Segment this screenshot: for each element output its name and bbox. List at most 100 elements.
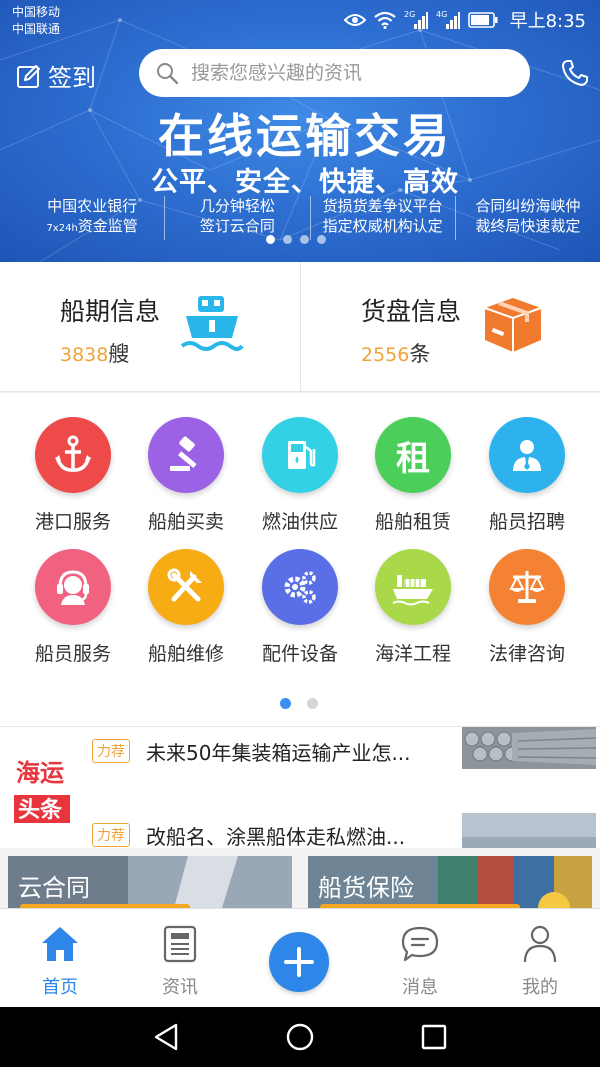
service-icon-circle [35, 549, 111, 625]
service-label: 船员招聘 [488, 511, 565, 533]
promo-cloud-contract[interactable]: 云合同 [8, 856, 292, 908]
feature-line1: 几分钟轻松 [199, 197, 275, 215]
banner-feature: 货损货差争议平台 指定权威机构认定 [309, 196, 455, 240]
service-parts[interactable]: 配件设备 [243, 549, 357, 666]
banner-features: 中国农业银行 7x24h资金监管 几分钟轻松 签订云合同 货损货差争议平台 指定… [20, 196, 600, 240]
banner-subtitle: 公平、安全、快捷、高效 [151, 167, 459, 198]
service-recruit[interactable]: 船员招聘 [470, 417, 584, 534]
service-icon-circle [262, 549, 338, 625]
eye-icon [343, 14, 366, 26]
box-icon [484, 298, 542, 352]
tab-label: 首页 [42, 977, 78, 998]
fuel-pump-icon [288, 441, 316, 469]
carrier-1: 中国移动 [12, 5, 61, 19]
tab-news[interactable]: 资讯 [140, 923, 220, 999]
news-item[interactable]: 力荐 未来50年集装箱运输产业怎... [92, 731, 451, 771]
pager-dot-active[interactable] [280, 698, 291, 709]
banner-dot-active [266, 235, 275, 244]
signin-button[interactable]: 签到 [16, 58, 96, 93]
net-2g-text: 2G [404, 10, 415, 19]
count-number: 3838 [60, 344, 109, 366]
gavel-icon [170, 436, 197, 471]
tab-profile[interactable]: 我的 [500, 923, 580, 999]
battery-icon [467, 12, 498, 28]
search-icon [157, 63, 179, 85]
wifi-icon [373, 11, 396, 29]
service-label: 船舶维修 [147, 643, 224, 665]
service-label: 配件设备 [261, 643, 338, 665]
feature-line2: 7x24h资金监管 [20, 216, 164, 239]
news-doc-icon [163, 925, 197, 963]
carrier-2: 中国联通 [12, 22, 61, 36]
service-icon-circle [35, 417, 111, 493]
news-item[interactable]: 力荐 改船名、涂黑船体走私燃油... [92, 815, 451, 848]
feature-line2: 裁终局快速裁定 [475, 217, 581, 235]
card-count: 3838艘 [60, 338, 129, 368]
news-tag: 力荐 [92, 739, 130, 763]
feature-line2-text: 资金监管 [77, 217, 138, 235]
net-4g-text: 4G [436, 10, 447, 19]
tab-home[interactable]: 首页 [20, 923, 100, 999]
status-bar: 中国移动 中国联通 2G 4G 早上8:35 [0, 0, 600, 42]
service-label: 燃油供应 [261, 511, 338, 533]
news-thumbnail-pipes [462, 727, 596, 769]
service-ship-trade[interactable]: 船舶买卖 [129, 417, 243, 534]
shipping-headlines-logo: 海运 头条 [14, 759, 70, 823]
cargo-info-card[interactable]: 货盘信息 2556条 [300, 262, 600, 392]
signin-label: 签到 [48, 64, 96, 92]
add-button[interactable] [269, 932, 329, 992]
banner-feature: 中国农业银行 7x24h资金监管 [20, 196, 164, 240]
feature-small: 7x24h [46, 223, 78, 234]
schedule-info-card[interactable]: 船期信息 3838艘 [0, 262, 300, 392]
service-marine-engineering[interactable]: 海洋工程 [356, 549, 470, 666]
recents-icon[interactable] [418, 1021, 450, 1053]
search-bar[interactable] [139, 49, 530, 97]
news-section: 海运 头条 力荐 未来50年集装箱运输产业怎... 力荐 改船名、涂黑船体走私燃… [0, 726, 600, 848]
service-rental[interactable]: 租 船舶租赁 [356, 417, 470, 534]
feature-line1: 合同纠纷海峡仲 [475, 197, 581, 215]
tools-icon [167, 568, 202, 602]
gears-icon [284, 571, 316, 604]
news-headline: 改船名、涂黑船体走私燃油... [146, 824, 406, 849]
bottom-tab-bar: 首页 资讯 消息 我的 [0, 908, 600, 1007]
service-repair[interactable]: 船舶维修 [129, 549, 243, 666]
card-count: 2556条 [361, 338, 430, 368]
service-port[interactable]: 港口服务 [16, 417, 130, 534]
tab-label: 我的 [522, 977, 558, 998]
service-label: 法律咨询 [488, 643, 565, 665]
service-icon-circle [148, 549, 224, 625]
search-input[interactable] [191, 62, 511, 84]
pager-dot[interactable] [307, 698, 318, 709]
service-label: 港口服务 [34, 511, 111, 533]
promo-cargo-insurance[interactable]: 船货保险 [308, 856, 592, 908]
feature-line2: 指定权威机构认定 [322, 217, 443, 235]
home-icon [42, 927, 78, 961]
tab-messages[interactable]: 消息 [380, 923, 460, 999]
home-circle-icon[interactable] [284, 1021, 316, 1053]
service-label: 船员服务 [34, 643, 111, 665]
ship-icon [180, 296, 244, 351]
phone-icon[interactable] [560, 58, 590, 88]
logo-line1: 海运 [16, 759, 64, 787]
feature-line1: 中国农业银行 [47, 197, 138, 215]
services-grid: 港口服务 船舶买卖 燃油供应 租 船舶租赁 船员招聘 船员服务 船舶维修 配件设… [0, 393, 600, 726]
service-icon-circle [489, 549, 565, 625]
vessel-icon [392, 575, 433, 606]
service-fuel[interactable]: 燃油供应 [243, 417, 357, 534]
service-icon-circle: 租 [375, 417, 451, 493]
status-icons: 2G 4G 早上8:35 [343, 8, 586, 32]
count-unit: 条 [409, 342, 431, 366]
banner-feature: 合同纠纷海峡仲 裁终局快速裁定 [454, 196, 600, 240]
promo-banner[interactable]: 中国移动 中国联通 2G 4G 早上8:35 签到 搜索您感兴趣的资讯 在线运输… [0, 0, 600, 262]
tab-label: 消息 [402, 977, 438, 998]
back-icon[interactable] [150, 1021, 182, 1053]
card-title: 船期信息 [60, 297, 161, 326]
service-legal[interactable]: 法律咨询 [470, 549, 584, 666]
service-crew[interactable]: 船员服务 [16, 549, 130, 666]
person-icon [523, 925, 557, 963]
system-navigation-bar [0, 1007, 600, 1067]
chat-bubble-icon [401, 926, 439, 962]
promo-label: 船货保险 [318, 874, 414, 902]
count-unit: 艘 [108, 342, 130, 366]
banner-dot [317, 235, 326, 244]
